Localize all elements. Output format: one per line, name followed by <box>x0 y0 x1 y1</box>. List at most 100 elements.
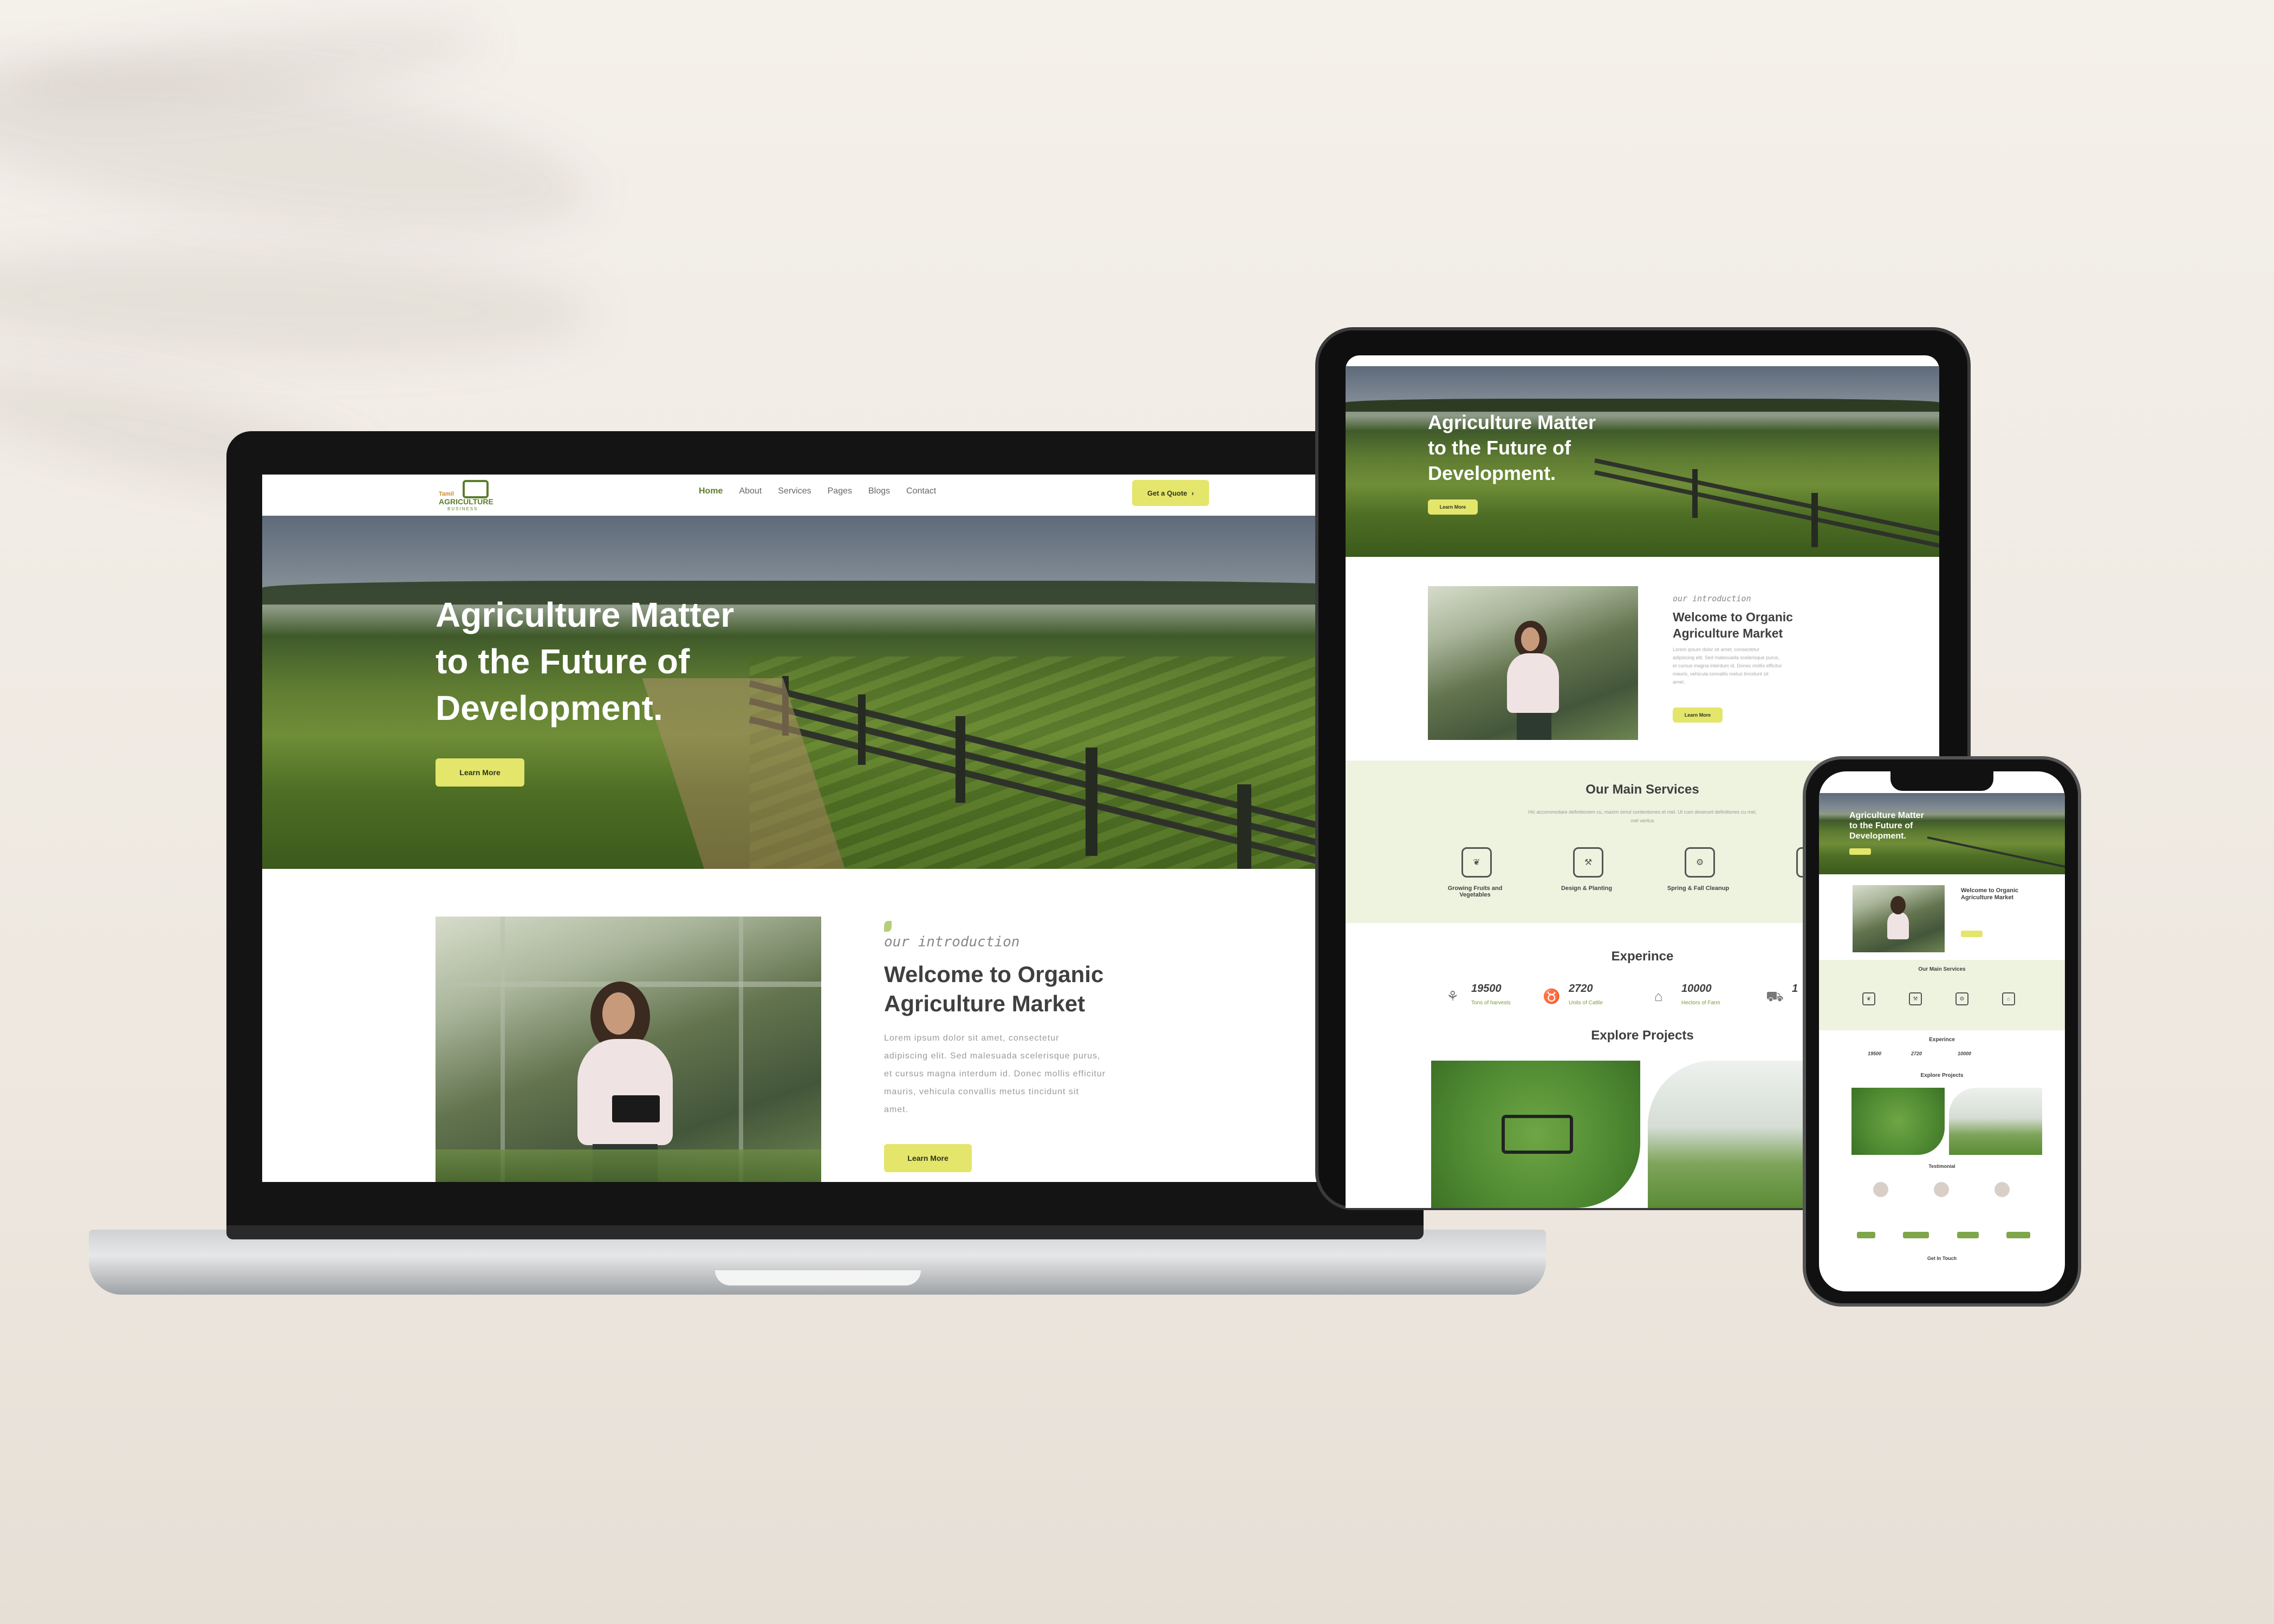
intro-title-line-2: Agriculture Market <box>884 991 1086 1016</box>
phone-stat-value: 2720 <box>1911 1051 1922 1056</box>
stat-value: 1 <box>1792 983 1798 995</box>
phone-stat-value: 19500 <box>1868 1051 1882 1056</box>
intro-body-line: et cursus magna interdum id. Donec molli… <box>1673 663 1782 668</box>
hero-heading: Agriculture Matter to the Future of Deve… <box>436 592 734 731</box>
tablet-intro-learn-more-button[interactable]: Learn More <box>1673 707 1723 723</box>
person-hair <box>1890 896 1906 914</box>
intro-body-line: mauris, vehicula convallis metus tincidu… <box>884 1087 1079 1096</box>
service-label: Design & Planting <box>1561 885 1613 892</box>
tablet-greenhouse-photo <box>1428 586 1638 740</box>
partner-logo-icon <box>1957 1232 1979 1238</box>
get-quote-label: Get a Quote <box>1147 489 1187 497</box>
wheelbarrow-icon: ⚙ <box>1685 847 1715 878</box>
partner-logos <box>1857 1232 2030 1243</box>
phone-get-in-touch: Get In Touch <box>1927 1256 1957 1261</box>
intro-learn-more-button[interactable]: Learn More <box>884 1144 972 1172</box>
service-label: Spring & Fall Cleanup <box>1667 885 1730 892</box>
phone-screen: Agriculture Matter to the Future of Deve… <box>1819 771 2065 1291</box>
intro-body-line: Lorem ipsum dolor sit amet, consectetur <box>884 1034 1060 1043</box>
tree-line <box>262 581 1391 605</box>
fence-post <box>1086 748 1097 856</box>
tablet-hero: Agriculture Matter to the Future of Deve… <box>1346 366 1939 557</box>
stat-label: Units of Cattle <box>1569 1000 1603 1006</box>
fence-rail <box>1927 836 2065 873</box>
phone-services-section: Our Main Services ❦ ⚒ ⚙ ⌂ <box>1819 960 2065 1030</box>
service-label: Growing Fruits and Vegetables <box>1447 885 1503 898</box>
person-body <box>1507 653 1559 713</box>
avatar <box>1934 1182 1949 1197</box>
site-header: Tamil AGRICULTURE BUSINESS Home About Se… <box>262 475 1391 516</box>
intro-body-line: mauris, vehicula convallis metus tincidu… <box>1673 671 1769 677</box>
phone-intro-learn-more-button[interactable] <box>1961 931 1983 937</box>
phone-notch <box>1890 771 1993 791</box>
services-title: Our Main Services <box>1918 966 1966 972</box>
laptop-screen: Tamil AGRICULTURE BUSINESS Home About Se… <box>262 475 1391 1182</box>
intro-title-line-1: Welcome to Organic <box>1961 887 2019 894</box>
phone-project-drone-image[interactable] <box>1851 1088 1945 1155</box>
site-logo[interactable]: Tamil AGRICULTURE BUSINESS <box>439 479 498 512</box>
phone-hero-learn-more-button[interactable] <box>1849 848 1871 855</box>
fence-post <box>956 716 965 803</box>
wheat-icon: ⚘ <box>1446 988 1459 1004</box>
hero-line-2: to the Future of <box>436 642 690 681</box>
tablet-intro-body: Lorem ipsum dolor sit amet, consectetur … <box>1673 646 1808 686</box>
stat-label: Hectors of Farm <box>1681 1000 1720 1006</box>
hero-learn-more-button[interactable]: Learn More <box>436 758 524 787</box>
phone-hero: Agriculture Matter to the Future of Deve… <box>1819 793 2065 874</box>
leaf-accent-icon <box>884 921 892 932</box>
drone-icon <box>1502 1115 1573 1154</box>
partner-logo-icon <box>1903 1232 1929 1238</box>
intro-body-line: Lorem ipsum dolor sit amet, consectetur <box>1673 647 1760 652</box>
partner-logo-icon <box>1857 1232 1875 1238</box>
tractor-icon: ⛟ <box>1766 988 1784 1004</box>
intro-title-line-1: Welcome to Organic <box>884 962 1104 987</box>
nav-item-home[interactable]: Home <box>699 486 723 496</box>
stat-value: 10000 <box>1681 983 1712 995</box>
intro-section: our introduction Welcome to Organic Agri… <box>262 869 1391 1182</box>
stat-value: 2720 <box>1569 983 1593 995</box>
arrow-right-icon: › <box>1191 489 1194 497</box>
tractor-icon <box>463 480 489 498</box>
nav-item-blogs[interactable]: Blogs <box>868 486 890 496</box>
hero-section: Agriculture Matter to the Future of Deve… <box>262 516 1391 869</box>
stat-label: Tons of harvests <box>1471 1000 1511 1006</box>
phone-project-greenhouse-image[interactable] <box>1949 1088 2042 1155</box>
person-legs <box>1517 713 1551 740</box>
services-subtitle: Hic accommodare definitionem cu, mazim s… <box>1528 809 1757 815</box>
nav-item-pages[interactable]: Pages <box>828 486 852 496</box>
intro-title-line-2: Agriculture Market <box>1673 626 1783 640</box>
tablet-intro-eyebrow: our introduction <box>1673 594 1751 603</box>
avatar <box>1873 1182 1888 1197</box>
person-face <box>1521 627 1539 651</box>
phone-intro-title: Welcome to Organic Agriculture Market <box>1961 887 2018 901</box>
nav-item-about[interactable]: About <box>739 486 762 496</box>
nav-item-services[interactable]: Services <box>778 486 811 496</box>
project-drone-image[interactable] <box>1431 1061 1640 1208</box>
main-nav: Home About Services Pages Blogs Contact <box>699 486 936 496</box>
plant-hand-icon: ❦ <box>1862 992 1875 1005</box>
tablet-hero-learn-more-button[interactable]: Learn More <box>1428 499 1478 515</box>
logo-top-text: Tamil <box>439 491 454 497</box>
person-face <box>602 992 635 1035</box>
fence-rail <box>1594 470 1939 554</box>
phone-testimonial-title: Testimonial <box>1928 1164 1955 1169</box>
logo-main-text: AGRICULTURE <box>439 497 493 506</box>
laptop-hinge <box>226 1225 1424 1239</box>
stat-value: 19500 <box>1471 983 1502 995</box>
wheelbarrow-icon: ⚙ <box>1955 992 1968 1005</box>
plants-foreground <box>436 1149 821 1182</box>
laptop-notch <box>715 1270 921 1285</box>
nav-item-contact[interactable]: Contact <box>906 486 936 496</box>
tablet-device-icon <box>612 1095 660 1122</box>
intro-title-line-1: Welcome to Organic <box>1673 610 1793 624</box>
get-quote-button[interactable]: Get a Quote › <box>1132 480 1209 506</box>
services-subtitle-2: mel veritus <box>1630 818 1654 823</box>
phone-projects-title: Explore Projects <box>1920 1073 1964 1079</box>
plant-hand-icon: ❦ <box>1461 847 1492 878</box>
intro-body-line: adipiscing elit. Sed malesuada scelerisq… <box>884 1051 1101 1061</box>
partner-logo-icon <box>2006 1232 2030 1238</box>
greenhouse-frame <box>739 917 743 1182</box>
hero-line-1: Agriculture Matter <box>1849 811 1924 820</box>
hero-line-2: to the Future of <box>1428 437 1571 459</box>
basket-icon: ⌂ <box>2002 992 2015 1005</box>
